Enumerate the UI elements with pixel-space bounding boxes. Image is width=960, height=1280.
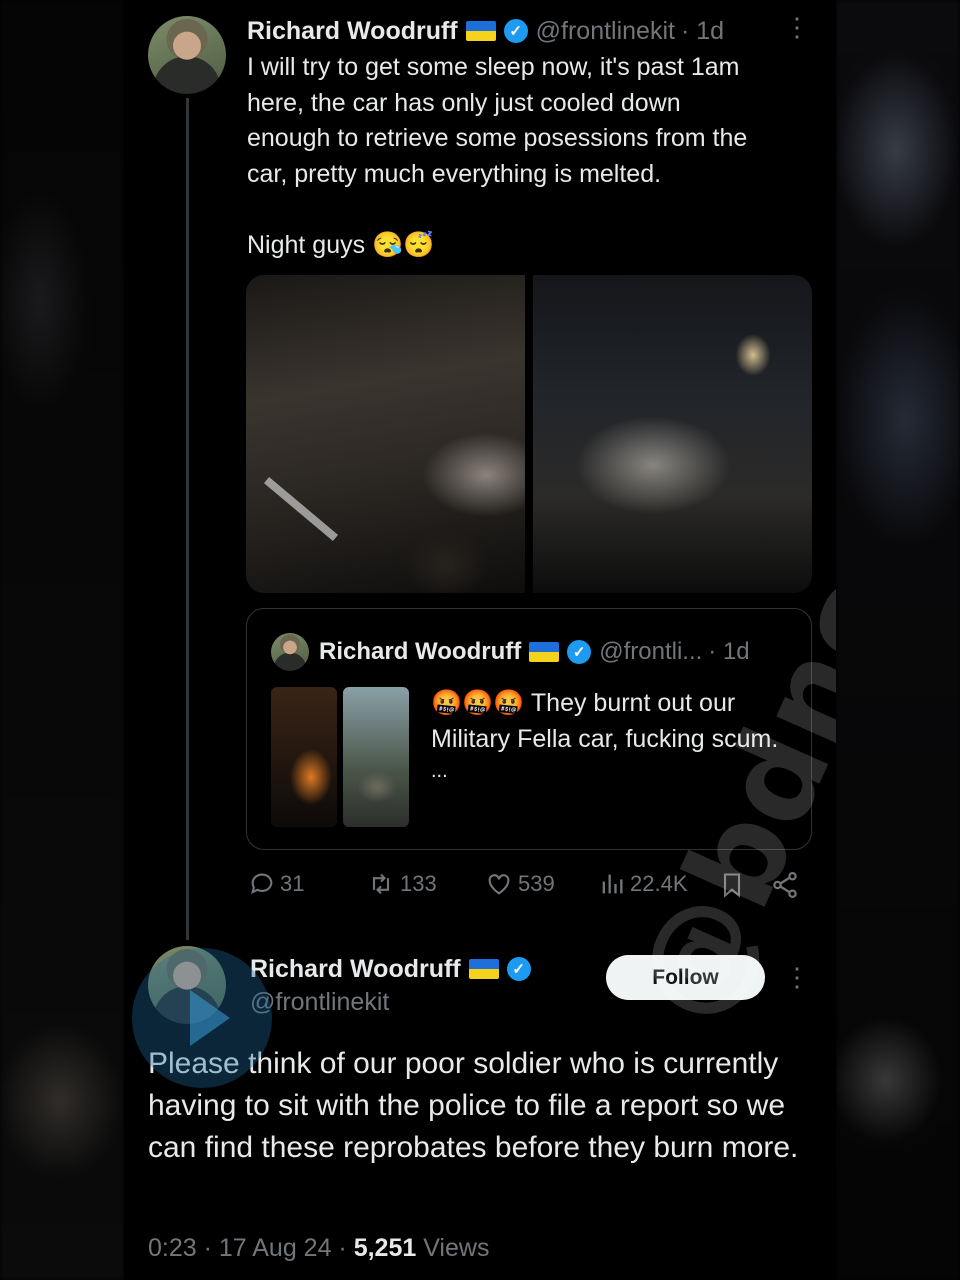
views-icon bbox=[602, 874, 623, 894]
views-button[interactable]: 22.4K bbox=[598, 870, 688, 898]
reply-count: 31 bbox=[280, 871, 305, 896]
avatar[interactable] bbox=[148, 16, 226, 94]
more-dots-icon[interactable]: ⋮ bbox=[784, 14, 810, 40]
verified-badge-icon: ✓ bbox=[567, 640, 592, 664]
reply-button[interactable]: 31 bbox=[248, 870, 304, 898]
quoted-photo-fire bbox=[271, 687, 337, 827]
ukraine-flag-icon bbox=[465, 21, 496, 41]
blurred-background-left bbox=[0, 0, 124, 1280]
burnt-car-photo-front[interactable] bbox=[533, 275, 812, 593]
quoted-avatar bbox=[271, 633, 309, 671]
burnt-car-photo-side[interactable] bbox=[246, 275, 525, 593]
like-icon bbox=[488, 874, 510, 895]
author-handle[interactable]: @frontlinekit bbox=[536, 17, 675, 46]
views-label: Views bbox=[416, 1234, 490, 1262]
tweet-media[interactable] bbox=[246, 275, 812, 593]
tweet-text-line: Night guys 😪😴 bbox=[247, 230, 435, 259]
share-button[interactable] bbox=[770, 870, 804, 900]
like-count: 539 bbox=[518, 871, 555, 896]
quoted-author-handle: @frontli... bbox=[599, 638, 703, 665]
quoted-header: Richard Woodruff ✓ @frontli... · 1d bbox=[319, 635, 750, 669]
tweet-text: I will try to get some sleep now, it's p… bbox=[247, 50, 807, 263]
timestamp[interactable]: 0:23 · 17 Aug 24 · bbox=[148, 1234, 354, 1262]
video-play-icon bbox=[132, 948, 272, 1088]
quoted-tweet[interactable]: Richard Woodruff ✓ @frontli... · 1d 🤬🤬🤬 … bbox=[246, 608, 812, 850]
tweet-time[interactable]: · 1d bbox=[681, 17, 724, 46]
tweet2-meta: 0:23 · 17 Aug 24 · 5,251 Views bbox=[148, 1234, 489, 1263]
repost-count: 133 bbox=[400, 871, 437, 896]
tweet-header: Richard Woodruff ✓ @frontlinekit · 1d bbox=[247, 14, 724, 48]
tweet-text-line: I will try to get some sleep now, it's p… bbox=[247, 53, 740, 81]
tweet-text-line: car, pretty much everything is melted. bbox=[247, 159, 662, 188]
quoted-tweet-time: · 1d bbox=[708, 638, 750, 665]
more-dots-icon[interactable]: ⋮ bbox=[784, 964, 810, 990]
view-count: 22.4K bbox=[630, 871, 688, 896]
views-count: 5,251 bbox=[353, 1234, 417, 1262]
share-icon bbox=[773, 872, 797, 898]
quoted-emoji: 🤬🤬🤬 bbox=[431, 689, 525, 717]
verified-badge-icon: ✓ bbox=[506, 957, 531, 981]
tweet-text-line: here, the car has only just cooled down bbox=[247, 88, 681, 117]
tweet-text-line bbox=[247, 192, 807, 228]
repost-button[interactable]: 133 bbox=[366, 870, 437, 898]
bookmark-icon bbox=[723, 873, 741, 898]
quoted-text: 🤬🤬🤬 They burnt out our Military Fella ca… bbox=[431, 685, 791, 785]
blurred-background-right bbox=[836, 0, 960, 1280]
quoted-author-name: Richard Woodruff bbox=[319, 638, 522, 665]
tweet2-header: Richard Woodruff ✓ bbox=[250, 952, 531, 986]
thread-line bbox=[186, 98, 189, 940]
author-name[interactable]: Richard Woodruff bbox=[247, 17, 458, 46]
repost-icon bbox=[372, 873, 390, 895]
tweet-text-line: enough to retrieve some posessions from … bbox=[247, 124, 748, 152]
ukraine-flag-icon bbox=[468, 959, 499, 979]
verified-badge-icon: ✓ bbox=[503, 19, 528, 43]
bookmark-button[interactable] bbox=[718, 870, 750, 900]
ukraine-flag-icon bbox=[529, 642, 560, 662]
follow-button[interactable]: Follow bbox=[606, 955, 765, 1000]
like-button[interactable]: 539 bbox=[484, 870, 555, 898]
quoted-photo-car bbox=[343, 687, 409, 827]
tweet-actions: 31 133 539 22.4K bbox=[248, 870, 808, 906]
tweet-screen: Richard Woodruff ✓ @frontlinekit · 1d ⋮ … bbox=[124, 0, 836, 1280]
author-name[interactable]: Richard Woodruff bbox=[250, 955, 461, 984]
reply-icon bbox=[251, 873, 273, 895]
quoted-more: ... bbox=[431, 760, 448, 782]
